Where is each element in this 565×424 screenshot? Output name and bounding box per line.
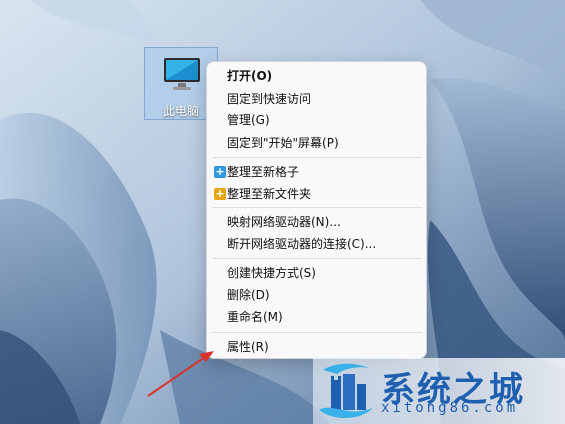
menu-item-open[interactable]: 打开(O) xyxy=(227,68,272,84)
menu-item-pin-start[interactable]: 固定到"开始"屏幕(P) xyxy=(227,135,339,151)
menu-item-label: 整理至新文件夹 xyxy=(227,187,312,201)
desktop-icon-label: 此电脑 xyxy=(163,104,200,118)
monitor-icon xyxy=(164,58,200,90)
menu-separator xyxy=(213,207,422,208)
watermark-url: xitong86.com xyxy=(381,400,519,416)
menu-item-new-folder[interactable]: + 整理至新文件夹 xyxy=(214,186,312,202)
menu-item-map-network-drive[interactable]: 映射网络驱动器(N)... xyxy=(227,214,341,230)
castle-logo-icon xyxy=(319,363,373,419)
menu-item-properties[interactable]: 属性(R) xyxy=(227,339,269,355)
menu-item-create-shortcut[interactable]: 创建快捷方式(S) xyxy=(227,265,316,281)
menu-item-pin-quick-access[interactable]: 固定到快速访问 xyxy=(227,91,311,107)
plus-icon: + xyxy=(214,165,226,178)
menu-item-delete[interactable]: 删除(D) xyxy=(227,287,270,303)
menu-separator xyxy=(213,157,422,158)
menu-item-label: 整理至新格子 xyxy=(227,165,300,179)
menu-item-manage[interactable]: 管理(G) xyxy=(227,112,270,128)
menu-item-rename[interactable]: 重命名(M) xyxy=(227,309,283,325)
menu-separator xyxy=(213,258,422,259)
context-menu: 打开(O) 固定到快速访问 管理(G) 固定到"开始"屏幕(P) + 整理至新格… xyxy=(206,61,427,359)
plus-icon: + xyxy=(214,187,226,200)
menu-item-disconnect-network-drive[interactable]: 断开网络驱动器的连接(C)... xyxy=(227,236,376,252)
menu-item-new-grid[interactable]: + 整理至新格子 xyxy=(214,164,300,180)
watermark-logo: 系统之城 xitong86.com xyxy=(313,358,565,424)
menu-separator xyxy=(213,332,422,333)
